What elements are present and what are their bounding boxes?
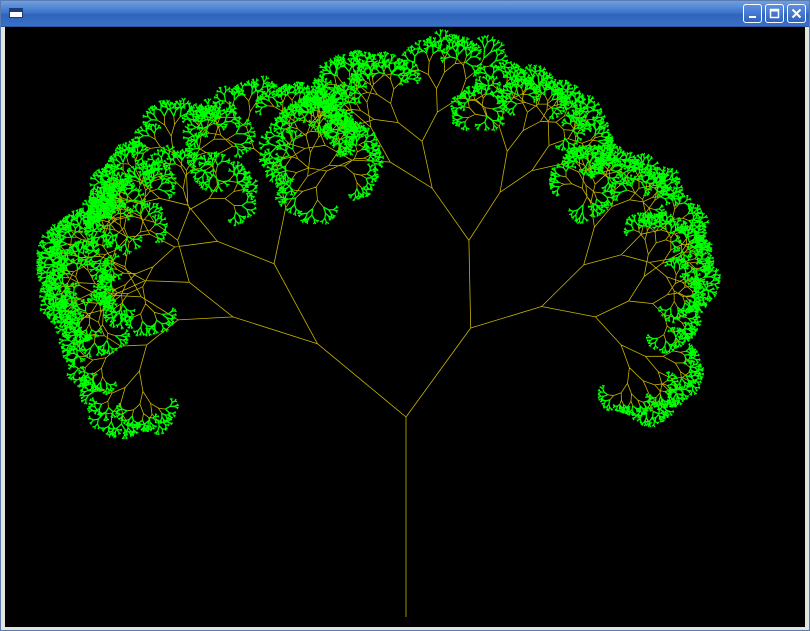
tree-leaves (36, 28, 721, 440)
close-button[interactable] (787, 4, 806, 23)
drawing-canvas[interactable] (5, 27, 805, 627)
title-bar[interactable] (1, 1, 809, 27)
tree-branches (52, 48, 705, 617)
branch-lines (52, 48, 705, 617)
application-window (0, 0, 810, 631)
fractal-tree-drawing (36, 28, 721, 617)
minimize-icon (749, 16, 756, 18)
app-window-icon[interactable] (9, 8, 23, 18)
minimize-button[interactable] (743, 4, 762, 23)
maximize-button[interactable] (765, 4, 784, 23)
maximize-icon (769, 8, 780, 19)
leaf-lines (36, 28, 721, 440)
close-icon (791, 8, 802, 19)
